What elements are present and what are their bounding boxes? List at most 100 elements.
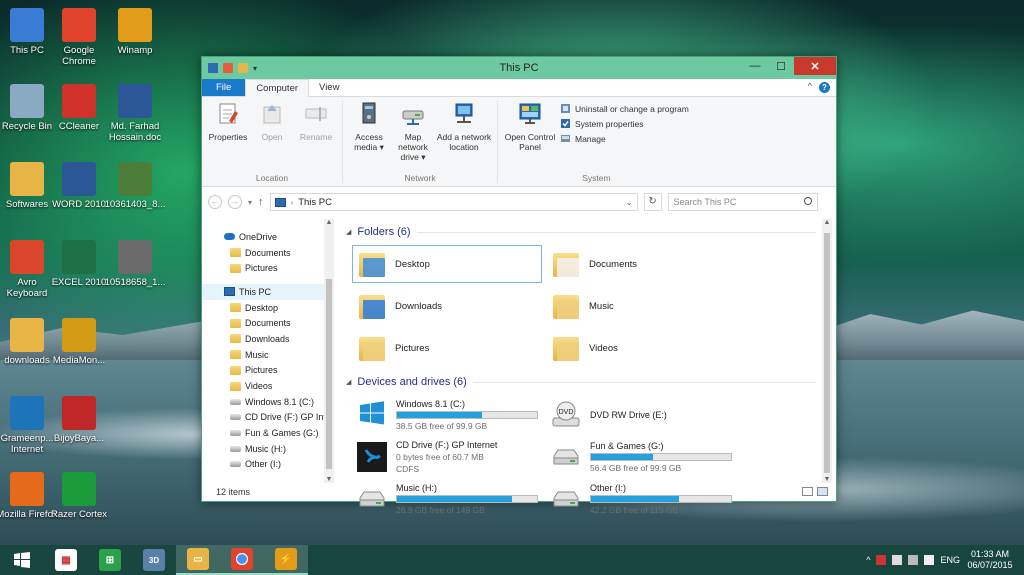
map-network-drive-button[interactable]: Map network drive ▾ xyxy=(391,101,435,183)
nav-item-label: Other (I:) xyxy=(245,459,282,470)
up-button[interactable]: ↑ xyxy=(258,196,264,208)
folder-icon xyxy=(230,263,241,273)
nav-item-drive[interactable]: Other (I:) xyxy=(202,457,334,473)
search-icon xyxy=(803,197,812,205)
nav-item-folder[interactable]: Downloads xyxy=(202,331,334,347)
nav-item-folder[interactable]: Documents xyxy=(202,315,334,331)
desktop-icon[interactable]: Razer Cortex xyxy=(48,472,110,520)
add-network-location-button[interactable]: Add a network location xyxy=(435,101,493,183)
desktop-icon[interactable]: BijoyBaya... xyxy=(48,396,110,444)
properties-button[interactable]: Properties xyxy=(206,101,250,183)
drive-free-space: 26.9 GB free of 149 GB xyxy=(396,505,485,515)
details-view-icon[interactable] xyxy=(802,487,813,496)
nav-item-folder[interactable]: Pictures xyxy=(202,260,334,276)
access-media-button[interactable]: Access media ▾ xyxy=(347,101,391,183)
address-bar[interactable]: › This PC ⌄ xyxy=(269,193,638,211)
folder-icon xyxy=(230,350,241,360)
nav-item-folder[interactable]: Videos xyxy=(202,378,334,394)
drives-section-header[interactable]: ◢ Devices and drives (6) xyxy=(346,373,836,391)
desktop-icon[interactable]: Winamp xyxy=(104,8,166,56)
desktop-icon-label: 10518658_1... xyxy=(104,277,166,288)
help-icon[interactable]: ? xyxy=(819,82,830,93)
folder-label: Documents xyxy=(589,258,638,270)
chevron-down-icon[interactable]: ⌄ xyxy=(626,198,633,207)
chevron-up-icon[interactable]: ^ xyxy=(866,555,870,565)
nav-item-this-pc[interactable]: This PC xyxy=(202,284,334,300)
tab-computer[interactable]: Computer xyxy=(245,79,310,97)
tab-file[interactable]: File xyxy=(202,79,246,96)
taskbar-store[interactable]: ▦ xyxy=(44,545,88,575)
desktop-icon[interactable]: MediaMon... xyxy=(48,318,110,366)
taskbar-chrome[interactable] xyxy=(220,545,264,575)
folder-tile[interactable]: Downloads xyxy=(352,287,542,325)
search-placeholder: Search This PC xyxy=(673,197,737,207)
collapse-ribbon-icon[interactable]: ^ xyxy=(808,81,812,91)
desktop-icon[interactable]: 10361403_8... xyxy=(104,162,166,210)
search-input[interactable]: Search This PC xyxy=(667,193,818,211)
breadcrumb-this-pc[interactable]: This PC xyxy=(298,197,332,208)
drive-tile[interactable]: CD Drive (F:) GP Internet 0 bytes free of… xyxy=(352,437,542,477)
manage-button[interactable]: Manage xyxy=(560,133,689,144)
main-scrollbar[interactable]: ▲ ▼ xyxy=(822,219,832,483)
minimize-button[interactable]: — xyxy=(742,57,768,75)
nav-item-drive[interactable]: Windows 8.1 (C:) xyxy=(202,394,334,410)
explorer-window: ▾ This PC — ☐ ✕ File Computer View ^ ? P… xyxy=(201,56,837,515)
nav-item-folder[interactable]: Documents xyxy=(202,245,334,261)
nav-item-label: CD Drive (F:) GP Int xyxy=(245,412,326,423)
drive-tile[interactable]: Fun & Games (G:) 56.4 GB free of 99.9 GB xyxy=(546,437,736,477)
nav-item-folder[interactable]: Pictures xyxy=(202,363,334,379)
open-control-panel-button[interactable]: Open Control Panel xyxy=(502,101,558,183)
flag-icon[interactable] xyxy=(876,555,887,565)
forward-button[interactable]: → xyxy=(228,195,242,209)
desktop-icon[interactable]: EXCEL 2010 xyxy=(48,240,110,288)
taskbar-file-explorer[interactable]: ▭ xyxy=(176,545,220,575)
drive-tile[interactable]: DVD DVD RW Drive (E:) xyxy=(546,395,736,435)
start-button[interactable] xyxy=(0,545,44,575)
taskbar-winamp[interactable]: ⚡ xyxy=(264,545,308,575)
folder-tile[interactable]: Music xyxy=(546,287,736,325)
folder-icon xyxy=(230,365,241,375)
open-button[interactable]: Open xyxy=(250,101,294,183)
nav-item-drive[interactable]: Music (H:) xyxy=(202,441,334,457)
desktop-icon[interactable]: CCleaner xyxy=(48,84,110,132)
nav-scrollbar[interactable]: ▲ ▼ xyxy=(324,219,334,483)
folder-tile[interactable]: Documents xyxy=(546,245,736,283)
chevron-down-icon[interactable]: ▾ xyxy=(248,198,252,207)
refresh-button[interactable]: ↻ xyxy=(643,193,662,211)
main-scrollbar-thumb[interactable] xyxy=(824,233,830,473)
large-icons-view-icon[interactable] xyxy=(817,487,828,496)
desktop-icon[interactable]: Md. Farhad Hossain.doc xyxy=(104,84,166,143)
folder-tile[interactable]: Videos xyxy=(546,329,736,367)
rename-button[interactable]: Rename xyxy=(294,101,338,183)
nav-item-label: Videos xyxy=(245,381,273,392)
close-button[interactable]: ✕ xyxy=(794,57,836,75)
desktop-icon[interactable]: Google Chrome xyxy=(48,8,110,67)
battery-icon[interactable] xyxy=(908,555,919,565)
network-icon[interactable] xyxy=(892,555,903,565)
folder-tile[interactable]: Desktop xyxy=(352,245,542,283)
folder-tile[interactable]: Pictures xyxy=(352,329,542,367)
desktop-icon[interactable]: WORD 2010 xyxy=(48,162,110,210)
taskbar-windows-store[interactable]: ⊞ xyxy=(88,545,132,575)
uninstall-program-button[interactable]: Uninstall or change a program xyxy=(560,103,689,114)
taskbar-3dm[interactable]: 3D xyxy=(132,545,176,575)
folders-section-header[interactable]: ◢ Folders (6) xyxy=(346,223,836,241)
nav-item-onedrive[interactable]: OneDrive xyxy=(202,229,334,245)
title-bar[interactable]: ▾ This PC — ☐ ✕ xyxy=(202,57,836,79)
folder-label: Desktop xyxy=(395,258,430,270)
tab-view[interactable]: View xyxy=(309,79,349,96)
nav-item-drive[interactable]: Fun & Games (G:) xyxy=(202,425,334,441)
back-button[interactable]: ← xyxy=(208,195,222,209)
language-indicator[interactable]: ENG xyxy=(940,555,960,565)
maximize-button[interactable]: ☐ xyxy=(768,57,794,75)
nav-scrollbar-thumb[interactable] xyxy=(326,279,332,469)
desktop-icon[interactable]: 10518658_1... xyxy=(104,240,166,288)
nav-item-drive[interactable]: CD Drive (F:) GP Int xyxy=(202,410,334,426)
volume-icon[interactable] xyxy=(924,555,935,565)
folder-label: Downloads xyxy=(395,300,442,312)
nav-item-folder[interactable]: Desktop xyxy=(202,300,334,316)
clock[interactable]: 01:33 AM 06/07/2015 xyxy=(966,549,1014,571)
system-properties-button[interactable]: System properties xyxy=(560,118,689,129)
nav-item-folder[interactable]: Music xyxy=(202,347,334,363)
drive-tile[interactable]: Windows 8.1 (C:) 38.5 GB free of 99.9 GB xyxy=(352,395,542,435)
